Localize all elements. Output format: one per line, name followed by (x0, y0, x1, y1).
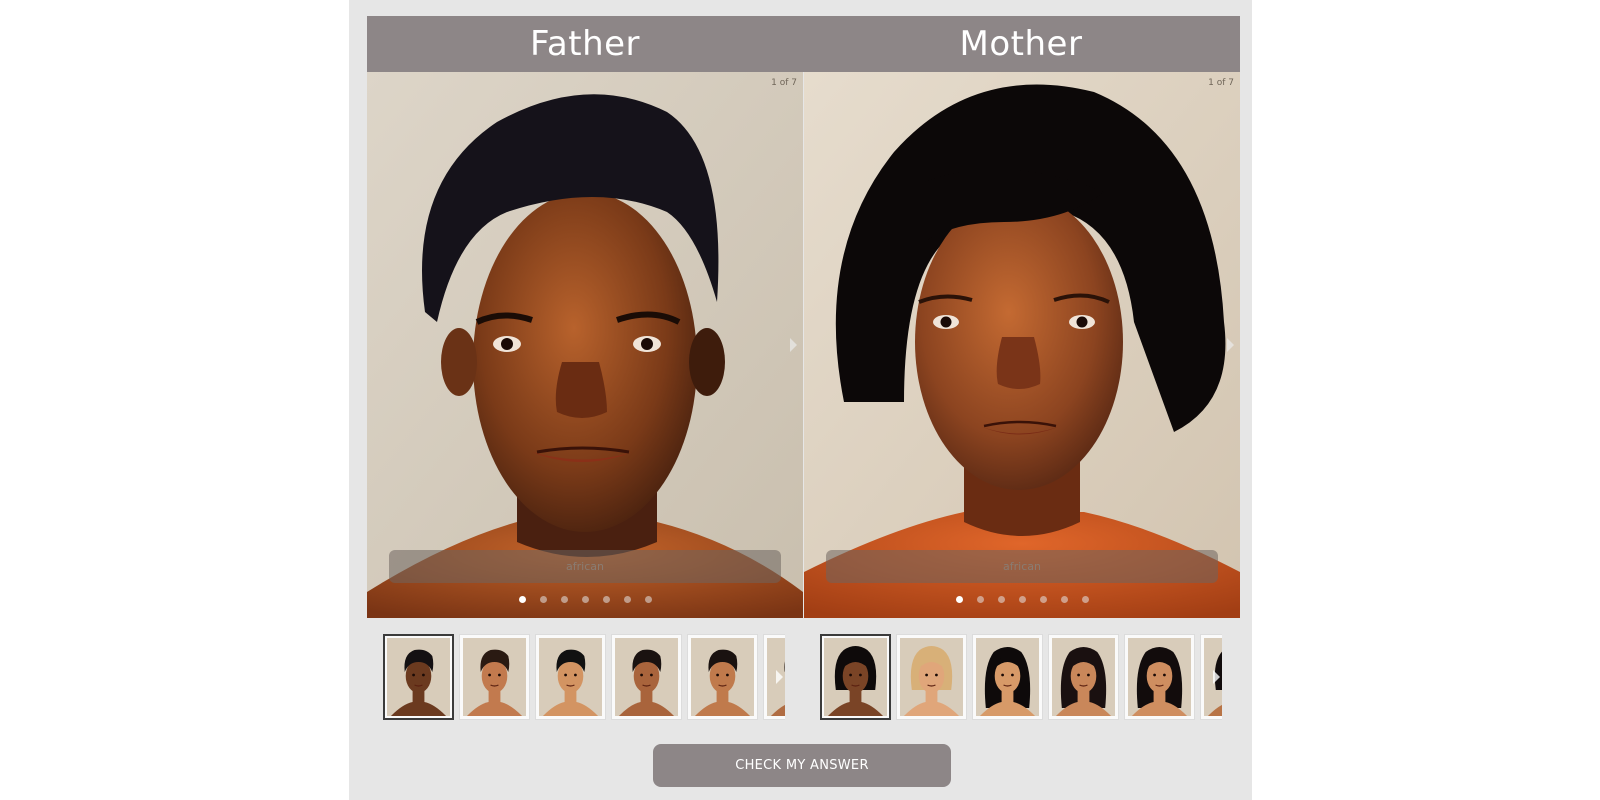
father-thumbnail-image (387, 638, 450, 716)
mother-thumbnail-image (1052, 638, 1115, 716)
father-thumbnail-image (615, 638, 678, 716)
mother-carousel[interactable]: 1 of 7 african (804, 72, 1240, 618)
father-dot[interactable] (560, 596, 568, 603)
mother-strip-next-icon[interactable] (1213, 670, 1220, 684)
mother-next-arrow-icon[interactable] (1227, 338, 1234, 352)
parents-header: Father Mother (367, 16, 1240, 72)
father-portrait-image (367, 72, 803, 618)
mother-slide-counter: 1 of 7 (1208, 78, 1234, 88)
father-carousel[interactable]: 1 of 7 african (367, 72, 803, 618)
mother-dot[interactable] (1060, 596, 1068, 603)
mother-thumbnail[interactable] (896, 634, 967, 720)
father-thumbnail[interactable] (535, 634, 606, 720)
mother-caption: african (826, 550, 1218, 583)
mother-thumbnail-image (976, 638, 1039, 716)
father-pagination-dots (367, 596, 803, 608)
mother-dot[interactable] (1039, 596, 1047, 603)
father-title: Father (529, 24, 641, 64)
mother-thumbnail-strip[interactable] (820, 634, 1222, 720)
mother-thumbnail[interactable] (820, 634, 891, 720)
father-next-arrow-icon[interactable] (790, 338, 797, 352)
check-my-answer-button[interactable]: CHECK MY ANSWER (653, 744, 951, 787)
father-thumbnail-strip[interactable] (383, 634, 785, 720)
mother-thumbnail[interactable] (1124, 634, 1195, 720)
father-dot[interactable] (623, 596, 631, 603)
mother-dot[interactable] (997, 596, 1005, 603)
mother-thumbnail[interactable] (1048, 634, 1119, 720)
father-dot[interactable] (581, 596, 589, 603)
mother-portrait-image (804, 72, 1240, 618)
father-thumbnail[interactable] (687, 634, 758, 720)
father-thumbnail[interactable] (459, 634, 530, 720)
mother-dot[interactable] (1081, 596, 1089, 603)
mother-pagination-dots (804, 596, 1240, 608)
app-stage: Father Mother 1 of 7 african 1 of 7 afri… (349, 0, 1252, 800)
father-dot[interactable] (644, 596, 652, 603)
father-dot[interactable] (518, 596, 526, 603)
mother-dot[interactable] (976, 596, 984, 603)
mother-title: Mother (959, 24, 1083, 64)
father-slide-counter: 1 of 7 (771, 78, 797, 88)
father-strip-next-icon[interactable] (776, 670, 783, 684)
father-caption: african (389, 550, 781, 583)
mother-thumbnail[interactable] (972, 634, 1043, 720)
mother-thumbnail-image (900, 638, 963, 716)
father-dot[interactable] (539, 596, 547, 603)
father-thumbnail[interactable] (383, 634, 454, 720)
mother-dot[interactable] (1018, 596, 1026, 603)
father-thumbnail-image (463, 638, 526, 716)
father-thumbnail[interactable] (611, 634, 682, 720)
mother-thumbnail-image (1128, 638, 1191, 716)
father-thumbnail-image (539, 638, 602, 716)
mother-dot[interactable] (955, 596, 963, 603)
father-thumbnail-image (691, 638, 754, 716)
mother-thumbnail-image (824, 638, 887, 716)
father-dot[interactable] (602, 596, 610, 603)
